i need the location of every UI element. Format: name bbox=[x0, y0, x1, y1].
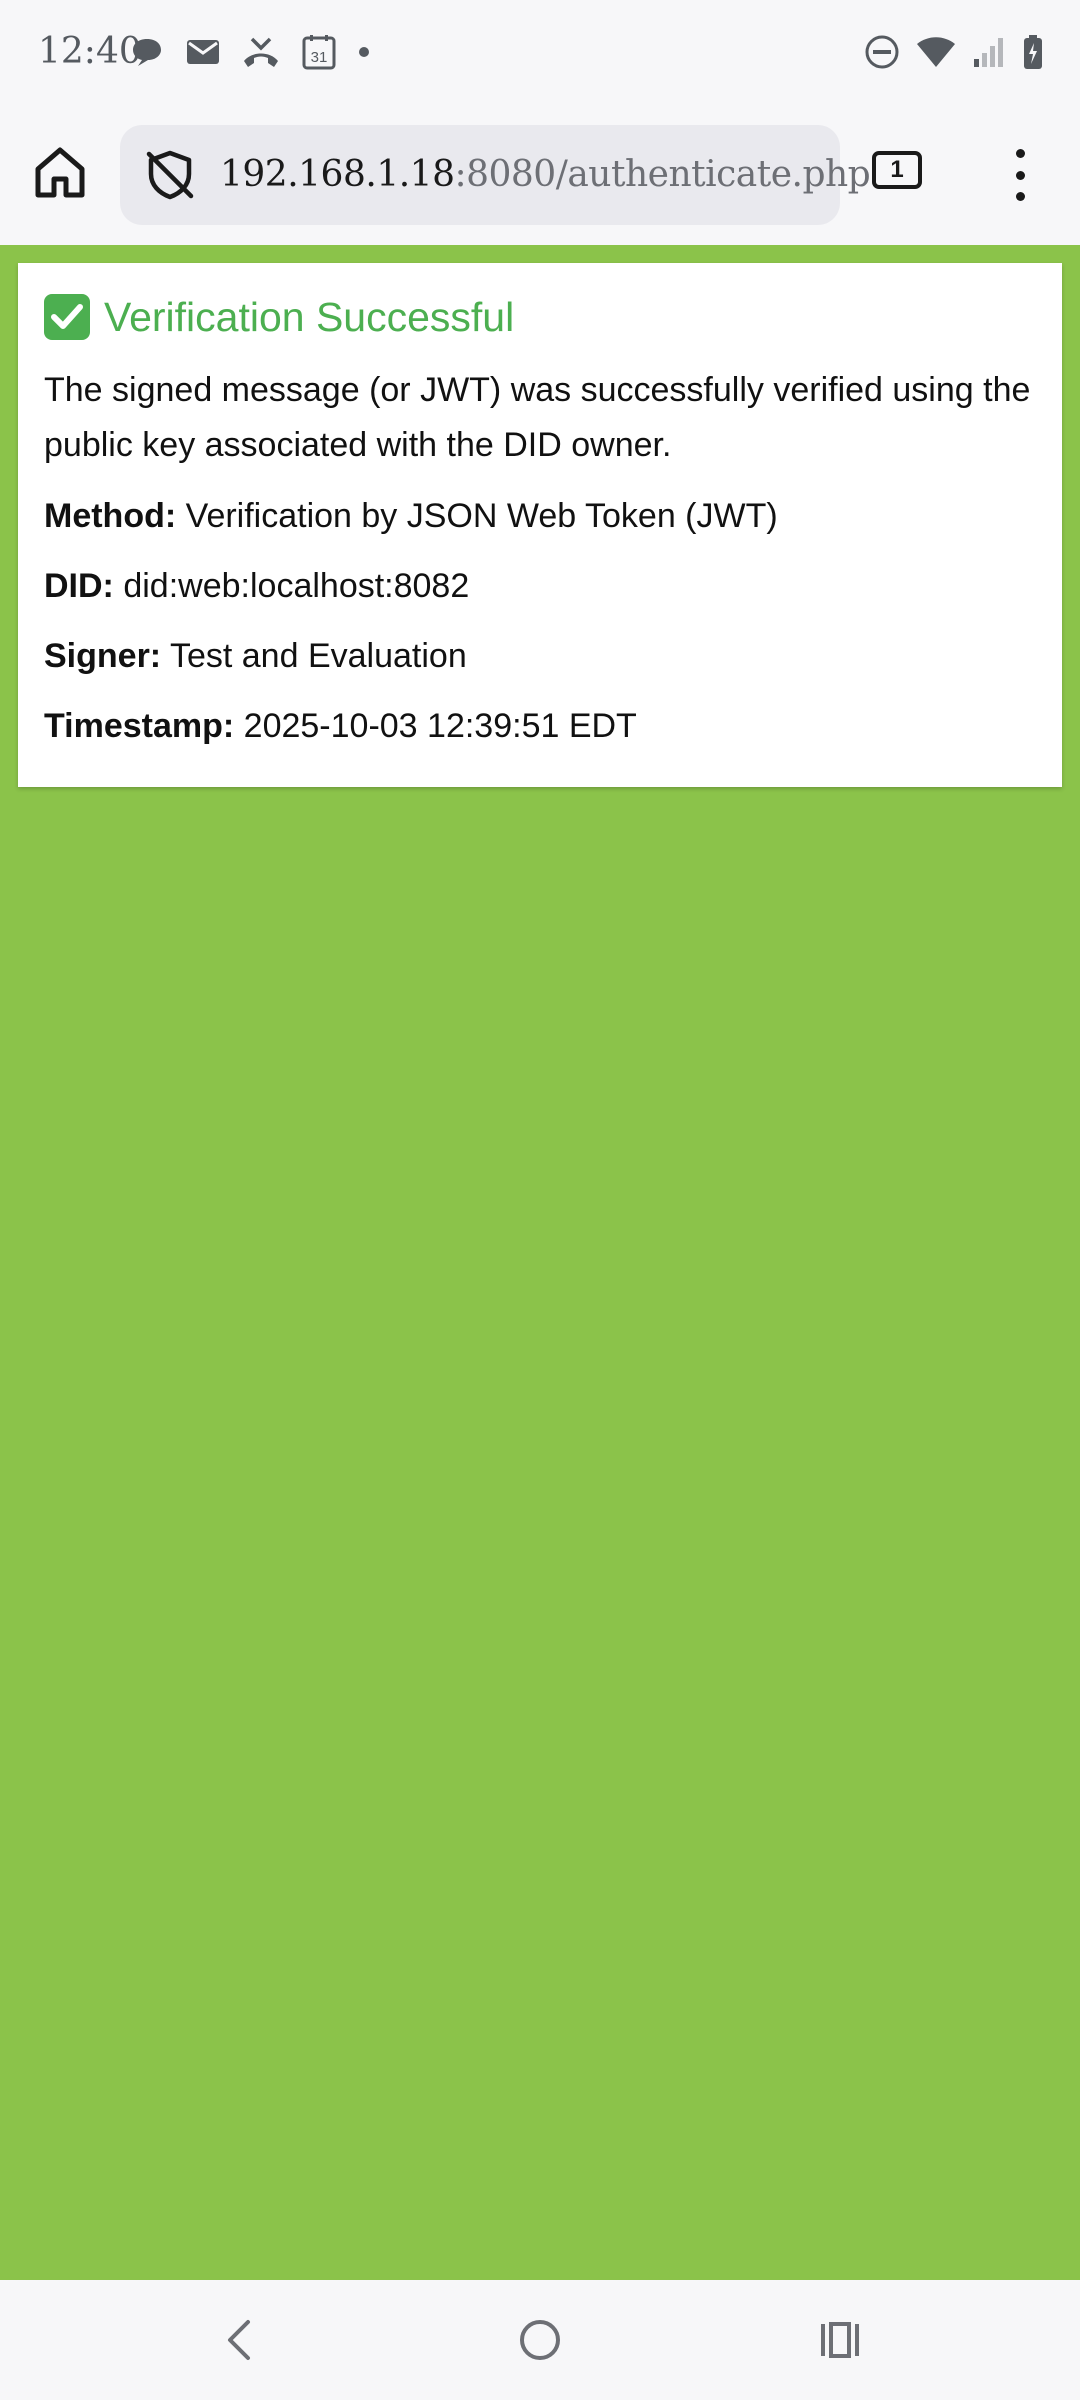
mail-icon bbox=[186, 38, 220, 66]
calendar-day: 31 bbox=[311, 49, 328, 66]
status-time: 12:40 bbox=[38, 31, 142, 72]
recents-button[interactable] bbox=[810, 2310, 870, 2370]
field-method: Method: Verification by JSON Web Token (… bbox=[44, 489, 1036, 543]
url-text[interactable]: 192.168.1.18:8080/authenticate.php bbox=[220, 125, 871, 225]
url-bar[interactable]: 192.168.1.18:8080/authenticate.php bbox=[120, 125, 871, 225]
field-label: Method: bbox=[44, 497, 177, 535]
home-button[interactable] bbox=[28, 140, 92, 204]
field-value: 2025-10-03 12:39:51 EDT bbox=[243, 707, 637, 745]
menu-dot bbox=[1015, 192, 1025, 201]
back-icon bbox=[222, 2318, 258, 2362]
verification-card: Verification Successful The signed messa… bbox=[18, 263, 1062, 787]
browser-toolbar: 192.168.1.18:8080/authenticate.php 1 bbox=[0, 105, 1080, 245]
calendar-icon: 31 bbox=[302, 34, 336, 70]
back-button[interactable] bbox=[210, 2310, 270, 2370]
system-icons bbox=[864, 30, 1044, 74]
card-description: The signed message (or JWT) was successf… bbox=[44, 371, 1031, 464]
field-value: Verification by JSON Web Token (JWT) bbox=[185, 497, 778, 535]
more-menu-button[interactable] bbox=[1000, 145, 1040, 205]
field-label: DID: bbox=[44, 567, 114, 605]
url-path: :8080/authenticate.php bbox=[454, 154, 871, 195]
card-title: Verification Successful bbox=[44, 285, 1036, 349]
wifi-icon bbox=[916, 35, 956, 69]
chat-bubble-icon bbox=[130, 35, 164, 69]
url-host: 192.168.1.18 bbox=[220, 154, 455, 195]
field-did: DID: did:web:localhost:8082 bbox=[44, 559, 1036, 613]
menu-dot bbox=[1015, 170, 1025, 180]
home-nav-button[interactable] bbox=[510, 2310, 570, 2370]
check-mark-icon bbox=[44, 294, 90, 340]
do-not-disturb-icon bbox=[864, 34, 900, 70]
signal-icon bbox=[972, 35, 1006, 69]
field-timestamp: Timestamp: 2025-10-03 12:39:51 EDT bbox=[44, 699, 1036, 753]
field-label: Signer: bbox=[44, 637, 162, 675]
home-circle-icon bbox=[518, 2318, 562, 2362]
tabs-button[interactable]: 1 bbox=[872, 151, 922, 189]
field-value: did:web:localhost:8082 bbox=[123, 567, 470, 605]
recents-icon bbox=[818, 2320, 862, 2360]
battery-icon bbox=[1022, 34, 1044, 70]
tab-count: 1 bbox=[890, 156, 904, 183]
field-signer: Signer: Test and Evaluation bbox=[44, 629, 1036, 683]
notification-icons: 31 bbox=[130, 30, 370, 74]
navigation-bar bbox=[0, 2280, 1080, 2400]
shield-off-icon[interactable] bbox=[144, 149, 196, 201]
page-body: Verification Successful The signed messa… bbox=[0, 245, 1080, 2280]
card-title-text: Verification Successful bbox=[104, 293, 515, 340]
dot-icon bbox=[358, 46, 370, 58]
field-value: Test and Evaluation bbox=[169, 637, 467, 675]
status-bar: 12:40 31 bbox=[0, 0, 1080, 105]
field-label: Timestamp: bbox=[44, 707, 235, 745]
missed-call-icon bbox=[242, 35, 280, 69]
menu-dot bbox=[1015, 149, 1025, 158]
home-icon bbox=[32, 145, 88, 199]
